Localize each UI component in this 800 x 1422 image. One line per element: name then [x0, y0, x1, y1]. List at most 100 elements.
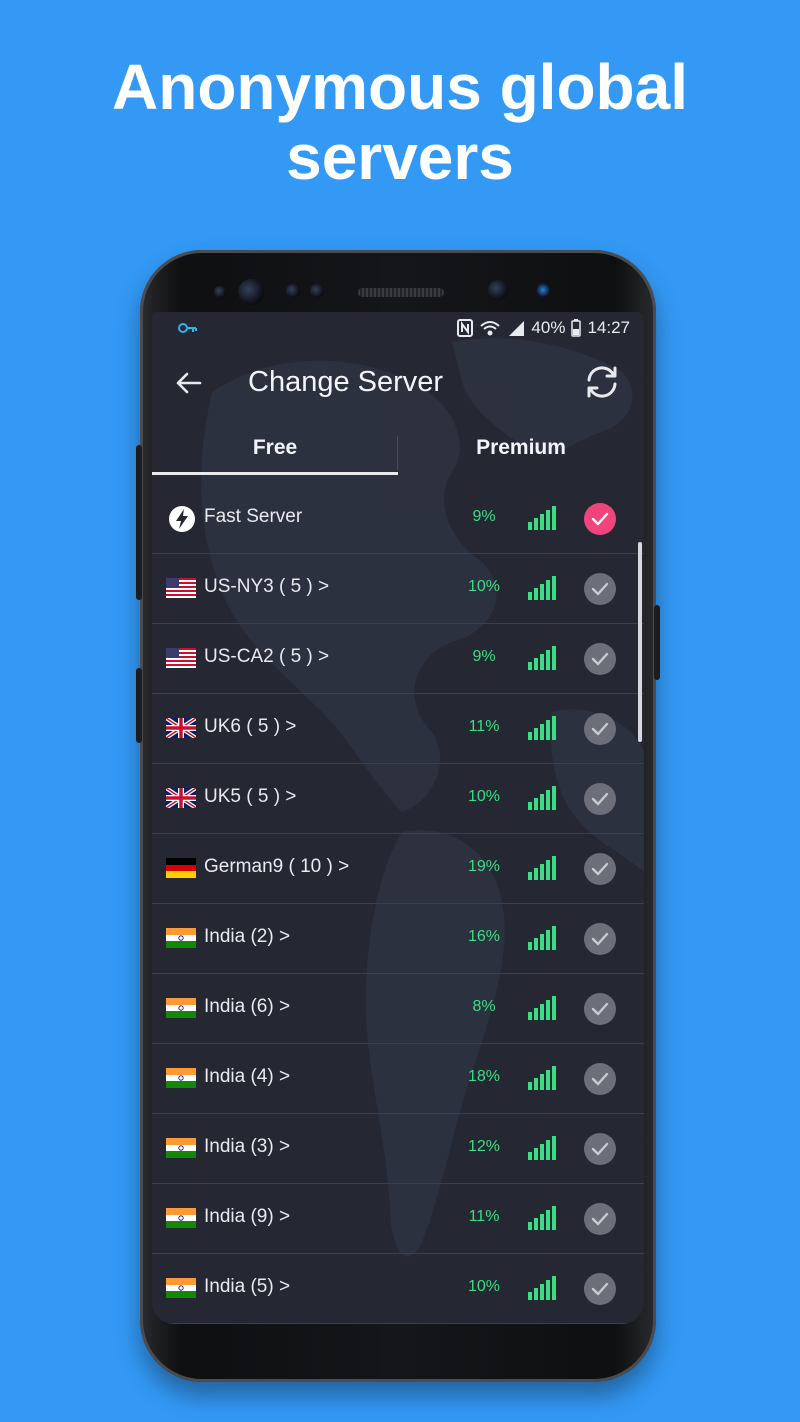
server-name: India (5) >	[204, 1276, 291, 1297]
clock: 14:27	[587, 318, 630, 337]
signal-bars-icon	[528, 996, 556, 1020]
server-row[interactable]: India (6) > 8%	[152, 974, 644, 1044]
server-load: 9%	[472, 508, 496, 525]
server-load: 12%	[467, 1138, 501, 1155]
unselected-check-icon[interactable]	[584, 713, 616, 745]
server-name: India (3) >	[204, 1136, 291, 1157]
server-row[interactable]: India (4) > 18%	[152, 1044, 644, 1114]
india-flag-icon	[166, 1278, 196, 1298]
germany-flag-icon	[166, 858, 196, 878]
row-divider	[152, 1323, 644, 1324]
phone-frame: 40% 14:27 Change Server Free Premium Fas…	[136, 250, 660, 1382]
tab-bar: Free Premium	[152, 416, 644, 482]
us-flag-icon	[166, 578, 196, 598]
india-flag-icon	[166, 1138, 196, 1158]
volume-button	[136, 445, 142, 600]
signal-bars-icon	[528, 576, 556, 600]
server-name: India (6) >	[204, 996, 291, 1017]
server-load: 10%	[467, 788, 501, 805]
nfc-icon	[457, 319, 474, 337]
sensor-icon	[286, 284, 300, 298]
server-row[interactable]: US-CA2 ( 5 ) > 9%	[152, 624, 644, 694]
earpiece-speaker	[358, 288, 444, 297]
tab-free[interactable]: Free	[152, 436, 398, 460]
india-flag-icon	[166, 1208, 196, 1228]
signal-bars-icon	[528, 1066, 556, 1090]
signal-bars-icon	[528, 856, 556, 880]
unselected-check-icon[interactable]	[584, 1063, 616, 1095]
server-name: US-NY3 ( 5 ) >	[204, 576, 330, 597]
server-name: Fast Server	[204, 506, 303, 527]
signal-bars-icon	[528, 786, 556, 810]
selected-check-icon[interactable]	[584, 503, 616, 535]
iris-scanner-icon	[238, 279, 264, 305]
server-row[interactable]: German9 ( 10 ) > 19%	[152, 834, 644, 904]
bixby-button	[136, 668, 142, 743]
unselected-check-icon[interactable]	[584, 783, 616, 815]
server-row-fast[interactable]: Fast Server 9%	[152, 484, 644, 554]
headline: Anonymous global servers	[0, 52, 800, 192]
bolt-icon	[169, 506, 195, 532]
server-load: 11%	[468, 718, 500, 735]
uk-flag-icon	[166, 788, 196, 808]
scrollbar[interactable]	[638, 542, 642, 742]
server-name: German9 ( 10 ) >	[204, 856, 350, 877]
server-name: India (4) >	[204, 1066, 291, 1087]
sensor-icon	[310, 284, 324, 298]
signal-bars-icon	[528, 1276, 556, 1300]
signal-bars-icon	[528, 506, 556, 530]
app-bar: Change Server	[152, 346, 644, 416]
server-row[interactable]: US-NY3 ( 5 ) > 10%	[152, 554, 644, 624]
front-camera-icon	[488, 280, 508, 300]
server-name: India (9) >	[204, 1206, 291, 1227]
signal-bars-icon	[528, 1206, 556, 1230]
refresh-icon[interactable]	[582, 362, 622, 402]
unselected-check-icon[interactable]	[584, 853, 616, 885]
signal-bars-icon	[528, 716, 556, 740]
proximity-sensor-icon	[536, 283, 550, 297]
server-load: 10%	[467, 1278, 501, 1295]
server-name: UK5 ( 5 ) >	[204, 786, 297, 807]
vpn-key-icon	[178, 323, 197, 333]
page-title: Change Server	[248, 366, 444, 398]
power-button	[654, 605, 660, 680]
cell-signal-icon	[509, 321, 525, 336]
sensor-icon	[214, 286, 226, 298]
server-row[interactable]: India (5) > 10%	[152, 1254, 644, 1324]
server-row[interactable]: UK6 ( 5 ) > 11%	[152, 694, 644, 764]
back-arrow-icon[interactable]	[174, 368, 204, 398]
headline-line-1: Anonymous global	[112, 51, 688, 123]
tab-premium[interactable]: Premium	[398, 436, 644, 460]
server-load: 16%	[467, 928, 501, 945]
us-flag-icon	[166, 648, 196, 668]
unselected-check-icon[interactable]	[584, 1203, 616, 1235]
server-row[interactable]: India (9) > 11%	[152, 1184, 644, 1254]
signal-bars-icon	[528, 926, 556, 950]
unselected-check-icon[interactable]	[584, 1273, 616, 1305]
unselected-check-icon[interactable]	[584, 643, 616, 675]
signal-bars-icon	[528, 646, 556, 670]
wifi-icon	[480, 321, 501, 336]
status-bar: 40% 14:27	[152, 312, 644, 346]
server-name: UK6 ( 5 ) >	[204, 716, 297, 737]
server-load: 11%	[468, 1208, 500, 1225]
server-row[interactable]: UK5 ( 5 ) > 10%	[152, 764, 644, 834]
unselected-check-icon[interactable]	[584, 923, 616, 955]
unselected-check-icon[interactable]	[584, 993, 616, 1025]
india-flag-icon	[166, 998, 196, 1018]
battery-icon	[571, 319, 582, 337]
server-row[interactable]: India (2) > 16%	[152, 904, 644, 974]
battery-percent: 40%	[531, 318, 566, 337]
unselected-check-icon[interactable]	[584, 1133, 616, 1165]
signal-bars-icon	[528, 1136, 556, 1160]
india-flag-icon	[166, 1068, 196, 1088]
server-load: 19%	[467, 858, 501, 875]
server-load: 8%	[472, 998, 496, 1015]
unselected-check-icon[interactable]	[584, 573, 616, 605]
tab-indicator	[152, 472, 398, 475]
server-row[interactable]: India (3) > 12%	[152, 1114, 644, 1184]
screen: 40% 14:27 Change Server Free Premium Fas…	[152, 312, 644, 1324]
uk-flag-icon	[166, 718, 196, 738]
server-load: 10%	[467, 578, 501, 595]
server-load: 9%	[472, 648, 496, 665]
